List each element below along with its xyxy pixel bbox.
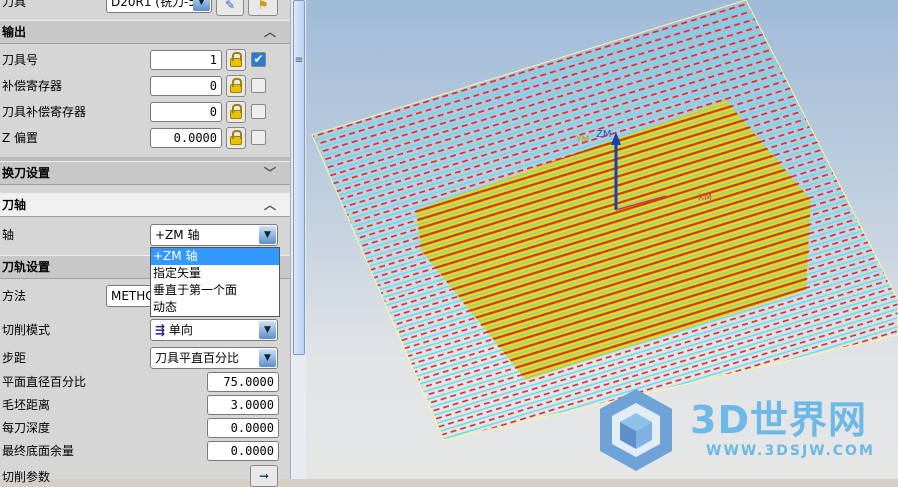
display-tool-button[interactable]: ⚑ <box>248 0 278 16</box>
watermark-title: 3D世界网 <box>690 398 867 442</box>
chevron-down-icon: ▼ <box>193 0 210 11</box>
adjust-register-label: 补偿寄存器 <box>2 79 63 93</box>
flat-diameter-percent-label: 平面直径百分比 <box>2 375 87 389</box>
section-output-header[interactable]: 输出 ︿ <box>0 20 290 44</box>
cutcom-register-checkbox[interactable] <box>251 104 266 119</box>
cutcom-register-label: 刀具补偿寄存器 <box>2 105 87 119</box>
edit-tool-button[interactable]: ✎ <box>216 0 244 16</box>
option-specify-vector[interactable]: 指定矢量 <box>151 265 279 282</box>
tool-edit-icon: ✎ <box>224 0 236 12</box>
z-offset-input[interactable]: 0.0000 <box>150 128 222 148</box>
cut-params-label: 切削参数 <box>2 470 51 484</box>
lock-icon[interactable] <box>226 127 246 149</box>
xm-axis-label: XM <box>698 193 712 203</box>
final-floor-stock-input[interactable]: 0.0000 <box>207 441 279 461</box>
chevron-down-icon: ▼ <box>259 321 276 339</box>
operation-dialog-panel: 刀具 D20R1 (铣刀-5 ▼ ✎ ⚑ 输出 ︿ 刀具号 1 ✔ 补偿寄存器 0 … <box>0 0 290 487</box>
tool-number-label: 刀具号 <box>2 53 39 67</box>
chevron-up-icon: ︿ <box>263 198 276 212</box>
axis-select[interactable]: +ZM 轴 ▼ <box>150 224 278 246</box>
depth-per-cut-input[interactable]: 0.0000 <box>207 418 279 438</box>
cut-params-button[interactable]: ➞ <box>250 465 278 487</box>
chevron-down-icon: ﹀ <box>263 166 276 180</box>
lock-icon[interactable] <box>226 101 246 123</box>
option-dynamic[interactable]: 动态 <box>151 299 279 316</box>
stepover-label: 步距 <box>2 351 27 365</box>
lock-icon[interactable] <box>226 75 246 97</box>
watermark-logo: 3D世界网 WWW.3DSJW.COM <box>598 385 898 475</box>
arrow-right-icon: ➞ <box>258 469 270 483</box>
tool-number-checkbox[interactable]: ✔ <box>251 52 266 67</box>
tool-number-input[interactable]: 1 <box>150 50 222 70</box>
watermark-url: WWW.3DSJW.COM <box>706 443 875 459</box>
method-label: 方法 <box>2 289 27 303</box>
stepover-select[interactable]: 刀具平直百分比 ▼ <box>150 347 278 369</box>
cut-mode-label: 切削模式 <box>2 323 51 337</box>
tool-select[interactable]: D20R1 (铣刀-5 ▼ <box>106 0 212 13</box>
cut-mode-select[interactable]: ⇶ 单向 ▼ <box>150 319 278 341</box>
section-tool-change-header[interactable]: 换刀设置 ﹀ <box>0 161 290 185</box>
scrollbar-thumb[interactable]: ≡ <box>293 0 305 355</box>
chevron-down-icon: ▼ <box>259 226 276 244</box>
panel-scrollbar[interactable]: ≡ <box>290 0 306 479</box>
blank-distance-label: 毛坯距离 <box>2 398 51 412</box>
axis-dropdown-list: +ZM 轴 指定矢量 垂直于第一个面 动态 <box>150 247 280 317</box>
axis-label: 轴 <box>2 228 15 242</box>
z-offset-checkbox[interactable] <box>251 130 266 145</box>
zm-axis-label: ZM <box>596 129 611 140</box>
final-floor-stock-label: 最终底面余量 <box>2 444 75 458</box>
option-zm-axis[interactable]: +ZM 轴 <box>151 248 279 265</box>
flat-diameter-percent-input[interactable]: 75.0000 <box>207 372 279 392</box>
blank-distance-input[interactable]: 3.0000 <box>207 395 279 415</box>
adjust-register-checkbox[interactable] <box>251 78 266 93</box>
chevron-up-icon: ︿ <box>263 25 276 39</box>
tool-label: 刀具 <box>2 0 27 9</box>
chevron-down-icon: ▼ <box>259 349 276 367</box>
section-tool-axis-header[interactable]: 刀轴 ︿ <box>0 193 290 217</box>
option-normal-to-first-face[interactable]: 垂直于第一个面 <box>151 282 279 299</box>
adjust-register-input[interactable]: 0 <box>150 76 222 96</box>
lock-icon[interactable] <box>226 49 246 71</box>
depth-per-cut-label: 每刀深度 <box>2 421 51 435</box>
z-offset-label: Z 偏置 <box>2 131 39 145</box>
tool-display-icon: ⚑ <box>257 0 269 12</box>
zig-icon: ⇶ <box>155 323 166 337</box>
cutcom-register-input[interactable]: 0 <box>150 102 222 122</box>
ym-axis-label: YM <box>575 135 589 145</box>
